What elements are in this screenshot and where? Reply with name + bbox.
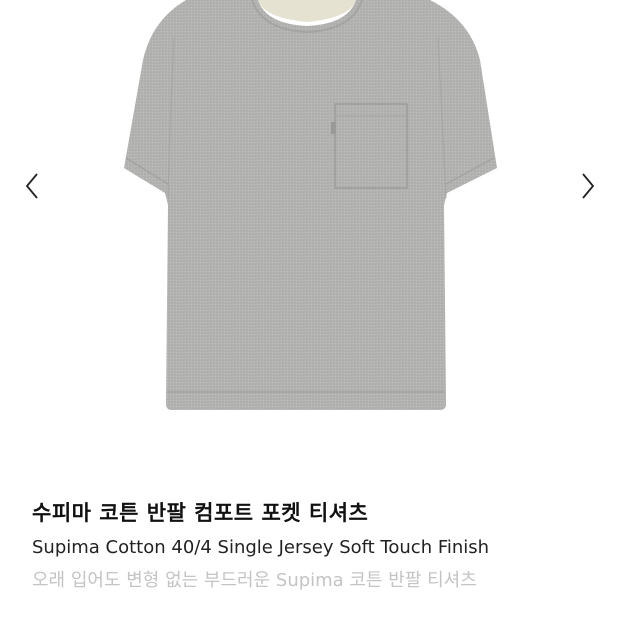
chevron-left-icon	[25, 173, 38, 199]
product-title: 수피마 코튼 반팔 컴포트 포켓 티셔츠	[32, 501, 369, 525]
product-subtitle: Supima Cotton 40/4 Single Jersey Soft To…	[32, 537, 490, 558]
product-image-gallery[interactable]	[0, 0, 620, 470]
product-info: 수피마 코튼 반팔 컴포트 포켓 티셔츠 Supima Cotton 40/4 …	[32, 498, 592, 594]
shirt-body	[124, 0, 497, 410]
previous-image-button[interactable]	[14, 168, 50, 204]
product-description: 오래 입어도 변형 없는 부드러운 Supima 코튼 반팔 티셔츠	[32, 570, 477, 591]
product-image	[124, 0, 497, 410]
chevron-right-icon	[582, 173, 595, 199]
next-image-button[interactable]	[570, 168, 606, 204]
